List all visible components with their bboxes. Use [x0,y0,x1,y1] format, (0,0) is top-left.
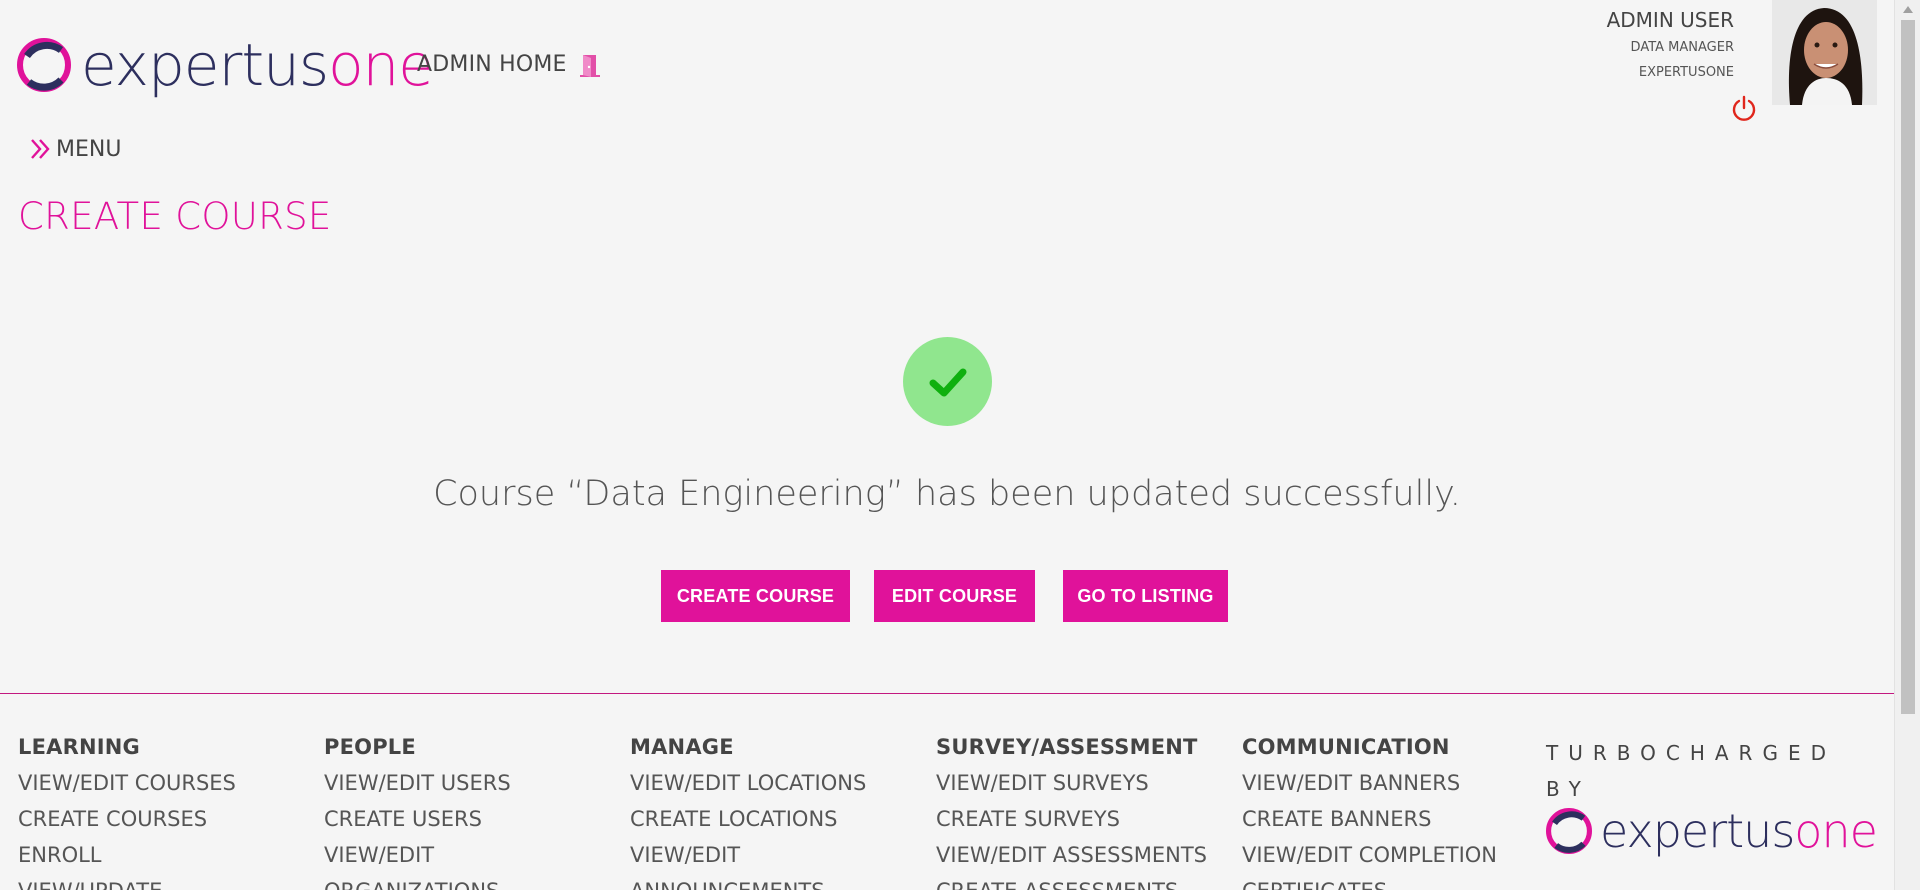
user-role: DATA MANAGER [1630,40,1734,55]
footer-column-learning: LEARNING VIEW/EDIT COURSES CREATE COURSE… [18,735,318,890]
expertusone-logo[interactable]: expertusone [17,31,434,99]
footer-heading: PEOPLE [324,735,416,759]
footer-link[interactable]: ORGANIZATIONS [324,873,624,890]
footer-heading: MANAGE [630,735,734,759]
checkmark-icon [929,368,966,396]
logo-mark-icon [1546,808,1592,854]
footer-expertusone-logo: expertusone [1546,804,1878,858]
footer-heading: COMMUNICATION [1242,735,1450,759]
logo-mark-icon [17,38,71,92]
footer-link[interactable]: VIEW/EDIT SURVEYS [936,765,1236,801]
footer-link[interactable]: CERTIFICATES [1242,873,1542,890]
footer-link[interactable]: CREATE COURSES [18,801,318,837]
user-org: EXPERTUSONE [1638,65,1734,80]
page-title: CREATE COURSE [18,195,332,238]
footer-divider [0,693,1894,694]
footer-link[interactable]: CREATE LOCATIONS [630,801,930,837]
success-indicator [903,337,992,426]
menu-toggle[interactable]: MENU [28,136,121,162]
go-to-listing-button[interactable]: GO TO LISTING [1063,570,1228,622]
footer-heading: SURVEY/ASSESSMENT [936,735,1198,759]
footer-column-communication: COMMUNICATION VIEW/EDIT BANNERS CREATE B… [1242,735,1542,890]
footer-link[interactable]: VIEW/UPDATE [18,873,318,890]
footer-link[interactable]: VIEW/EDIT USERS [324,765,624,801]
logo-wordmark: expertusone [81,31,434,99]
scrollbar-thumb[interactable] [1901,20,1915,714]
success-message: Course “Data Engineering” has been updat… [433,474,1461,514]
logo-wordmark: expertusone [1600,804,1878,858]
power-icon[interactable] [1731,95,1757,125]
footer-column-people: PEOPLE VIEW/EDIT USERS CREATE USERS VIEW… [324,735,624,890]
double-chevron-right-icon [31,139,50,159]
turbocharged-by-label: TURBOCHARGED BY [1546,741,1836,801]
footer-link[interactable]: VIEW/EDIT COURSES [18,765,318,801]
header: expertusone ADMIN HOME ADMIN USER DATA M… [0,0,1894,121]
footer-link[interactable]: VIEW/EDIT [324,837,624,873]
footer-link[interactable]: CREATE BANNERS [1242,801,1542,837]
edit-course-button[interactable]: EDIT COURSE [874,570,1035,622]
footer-link[interactable]: VIEW/EDIT ASSESSMENTS [936,837,1236,873]
footer-link[interactable]: VIEW/EDIT COMPLETION [1242,837,1542,873]
footer-column-survey-assessment: SURVEY/ASSESSMENT VIEW/EDIT SURVEYS CREA… [936,735,1236,890]
footer-link[interactable]: CREATE ASSESSMENTS [936,873,1236,890]
user-info: ADMIN USER DATA MANAGER EXPERTUSONE [1607,8,1734,80]
vertical-scrollbar[interactable] [1894,0,1920,890]
create-course-button[interactable]: CREATE COURSE [661,570,850,622]
admin-home-link[interactable]: ADMIN HOME [417,52,567,77]
scroll-up-arrow-icon[interactable] [1903,6,1913,13]
footer-link[interactable]: VIEW/EDIT [630,837,930,873]
menu-label: MENU [56,136,122,162]
footer-heading: LEARNING [18,735,140,759]
footer-link[interactable]: CREATE SURVEYS [936,801,1236,837]
footer-link[interactable]: ENROLL [18,837,318,873]
user-name: ADMIN USER [1606,8,1734,32]
door-icon[interactable] [577,53,603,83]
avatar[interactable] [1772,0,1877,105]
footer-link[interactable]: VIEW/EDIT BANNERS [1242,765,1542,801]
footer-link[interactable]: VIEW/EDIT LOCATIONS [630,765,930,801]
footer-column-manage: MANAGE VIEW/EDIT LOCATIONS CREATE LOCATI… [630,735,930,890]
footer-link[interactable]: CREATE USERS [324,801,624,837]
footer-link[interactable]: ANNOUNCEMENTS [630,873,930,890]
